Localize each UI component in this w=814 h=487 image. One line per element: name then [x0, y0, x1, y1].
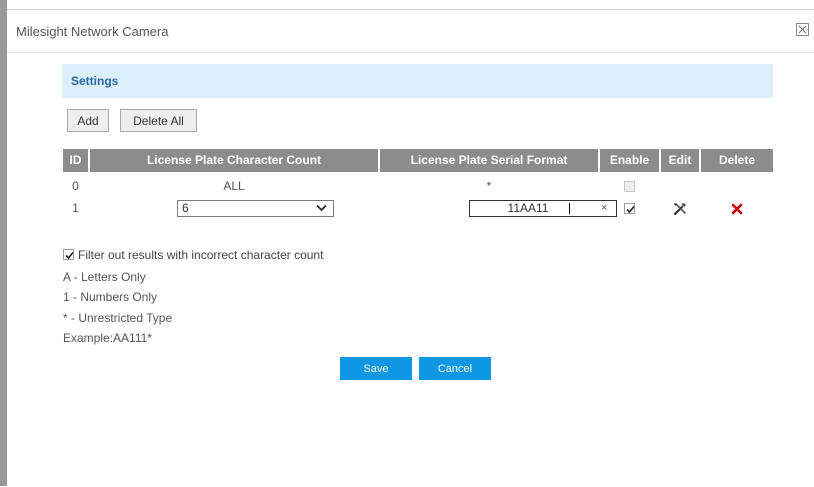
legend-unrestricted: * - Unrestricted Type: [63, 311, 173, 325]
legend-letters: A - Letters Only: [63, 270, 146, 284]
plate-table: ID License Plate Character Count License…: [63, 149, 773, 221]
row-delete-cell: [701, 197, 773, 219]
serial-format-input[interactable]: 11AA11 ×: [469, 200, 617, 217]
settings-header: Settings: [62, 64, 773, 98]
close-icon[interactable]: [796, 23, 809, 36]
legend-numbers: 1 - Numbers Only: [63, 290, 158, 304]
save-button[interactable]: Save: [340, 357, 412, 380]
table-row: 1 6 11AA11 ×: [63, 197, 773, 221]
row-serial-format-cell: 11AA11 ×: [380, 197, 617, 219]
table-header: ID License Plate Character Count License…: [63, 149, 773, 172]
row-delete-cell: [701, 175, 773, 197]
row-id: 1: [72, 201, 79, 215]
row-serial-format: *: [486, 179, 492, 193]
header-delete: Delete: [701, 149, 773, 172]
enable-checkbox[interactable]: [624, 203, 635, 215]
row-character-count-cell: 6: [90, 197, 378, 219]
header-serial-format: License Plate Serial Format: [380, 149, 598, 172]
settings-title: Settings: [71, 74, 119, 88]
row-id: 0: [72, 179, 79, 193]
character-count-select[interactable]: 6: [177, 200, 334, 217]
header-enable: Enable: [600, 149, 659, 172]
header-id: ID: [63, 149, 88, 172]
window-left-edge: [0, 0, 7, 486]
chevron-down-icon: [316, 204, 327, 212]
filter-label: Filter out results with incorrect charac…: [78, 248, 324, 262]
row-edit-cell: [661, 197, 699, 219]
tools-icon[interactable]: [672, 201, 688, 217]
add-button[interactable]: Add: [67, 109, 109, 132]
legend-example: Example:AA111*: [63, 331, 152, 345]
dialog-title: Milesight Network Camera: [16, 24, 169, 39]
enable-checkbox: [624, 181, 635, 193]
table-row: 0 ALL *: [63, 175, 773, 197]
header-edit: Edit: [661, 149, 699, 172]
header-character-count: License Plate Character Count: [90, 149, 378, 172]
filter-checkbox[interactable]: [63, 249, 74, 260]
cancel-button[interactable]: Cancel: [419, 357, 491, 380]
dialog: Milesight Network Camera Settings Add De…: [7, 9, 814, 487]
row-edit-cell: [661, 175, 699, 197]
character-count-value: 6: [182, 201, 189, 215]
delete-all-button[interactable]: Delete All: [120, 109, 197, 132]
text-caret: [569, 203, 570, 214]
red-x-icon[interactable]: [731, 203, 743, 215]
row-character-count: ALL: [223, 179, 245, 193]
row-enable-cell: [600, 175, 659, 197]
row-enable-cell: [600, 197, 659, 219]
dialog-titlebar: Milesight Network Camera: [7, 10, 814, 53]
